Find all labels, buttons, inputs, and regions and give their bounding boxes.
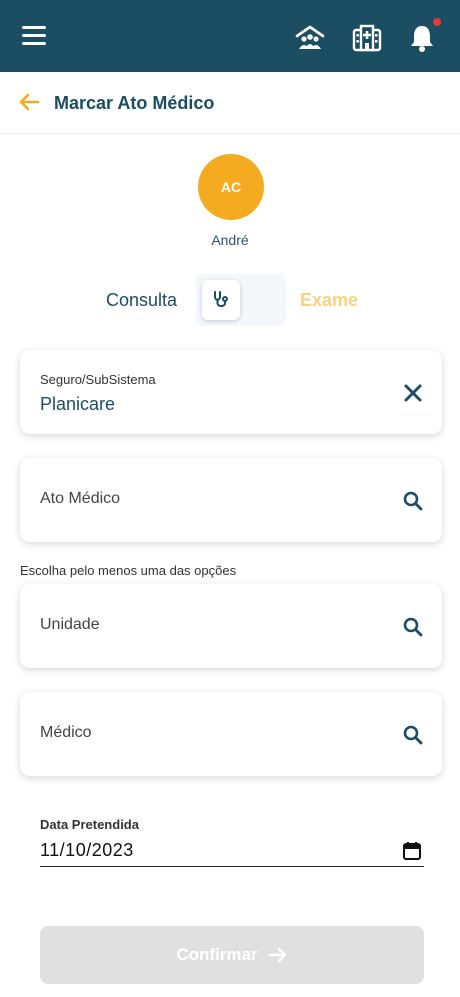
search-icon[interactable] [402,490,424,512]
hospital-icon[interactable] [351,22,383,54]
date-input[interactable]: 11/10/2023 [40,840,134,861]
calendar-icon[interactable] [402,841,422,861]
toggle-switch[interactable] [196,274,286,326]
date-label: Data Pretendida [40,817,139,832]
ato-medico-field[interactable]: Ato Médico [20,458,442,542]
ato-medico-placeholder: Ato Médico [40,490,121,507]
medico-field[interactable]: Médico [20,692,442,776]
notification-dot [433,18,441,26]
stethoscope-icon [202,280,240,320]
page-title: Marcar Ato Médico [54,93,215,113]
hint-text: Escolha pelo menos uma das opções [20,563,237,578]
search-icon[interactable] [402,724,424,746]
tab-consulta[interactable]: Consulta [106,290,177,311]
close-icon[interactable] [402,382,424,404]
date-underline [40,866,424,867]
bell-icon[interactable] [406,18,441,54]
unidade-placeholder: Unidade [40,616,100,633]
patient-name: André [211,232,249,248]
insurance-value: Planicare [40,394,116,414]
confirm-button[interactable]: Confirmar [40,926,424,984]
unidade-field[interactable]: Unidade [20,584,442,668]
insurance-label: Seguro/SubSistema [40,372,156,387]
hamburger-menu-icon[interactable] [22,26,48,46]
page-header: Marcar Ato Médico [0,72,460,134]
avatar: AC [198,154,264,220]
search-icon[interactable] [402,616,424,638]
medico-placeholder: Médico [40,724,92,741]
confirm-label: Confirmar [176,945,258,964]
arrow-right-icon [268,947,286,963]
arrow-left-icon[interactable] [18,92,40,112]
appointment-type-toggle: Consulta Exame [0,274,460,326]
insurance-field[interactable]: Seguro/SubSistema Planicare [20,350,442,434]
tab-exame[interactable]: Exame [300,290,358,311]
family-icon[interactable] [294,22,326,54]
top-app-bar [0,0,460,72]
